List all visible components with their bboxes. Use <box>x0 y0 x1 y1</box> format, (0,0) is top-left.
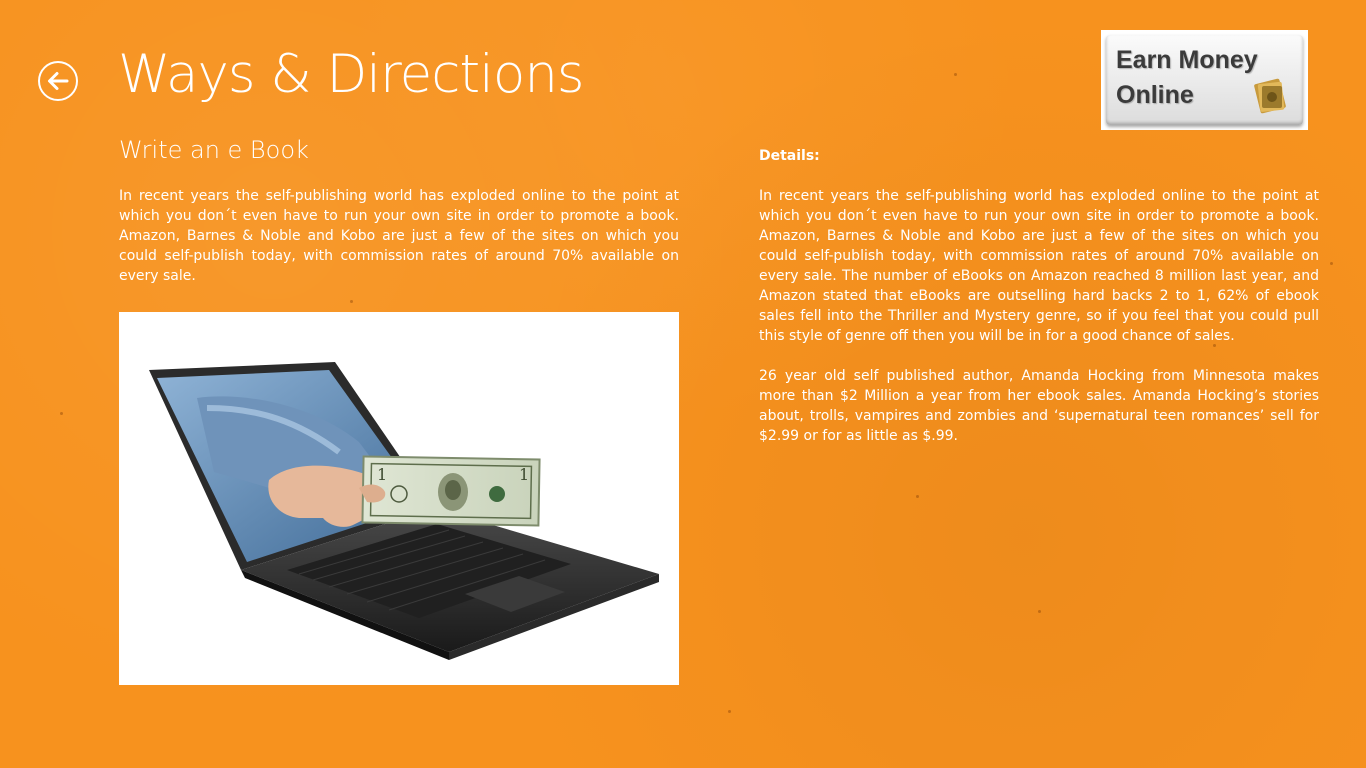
paper-fleck <box>60 412 63 415</box>
paper-fleck <box>728 710 731 713</box>
laptop-dollar-image: 1 1 <box>119 312 679 685</box>
laptop-with-dollar-bill-image: 1 1 <box>149 362 659 660</box>
details-paragraph: 26 year old self published author, Amand… <box>759 368 1319 444</box>
article-subtitle: Write an e Book <box>119 136 309 164</box>
back-arrow-icon <box>48 72 69 90</box>
logo-badge: Earn Money Online <box>1106 35 1303 125</box>
details-paragraph: In recent years the self-publishing worl… <box>759 188 1319 344</box>
back-button[interactable] <box>38 61 78 101</box>
logo-line-2: Online <box>1116 81 1194 109</box>
svg-text:1: 1 <box>519 465 529 484</box>
logo-line-1: Earn Money <box>1116 46 1258 74</box>
paper-fleck <box>916 495 919 498</box>
paper-fleck <box>1038 610 1041 613</box>
app-logo: Earn Money Online <box>1101 30 1308 130</box>
page-title: Ways & Directions <box>118 44 585 105</box>
details-body: In recent years the self-publishing worl… <box>759 186 1319 466</box>
svg-text:1: 1 <box>377 465 387 484</box>
paper-fleck <box>1330 262 1333 265</box>
article-summary: In recent years the self-publishing worl… <box>119 188 679 284</box>
details-heading: Details: <box>759 148 820 164</box>
paper-fleck <box>350 300 353 303</box>
paper-fleck <box>954 73 957 76</box>
logo-text: Earn Money Online <box>1116 43 1258 113</box>
money-stack-icon <box>1254 78 1286 114</box>
